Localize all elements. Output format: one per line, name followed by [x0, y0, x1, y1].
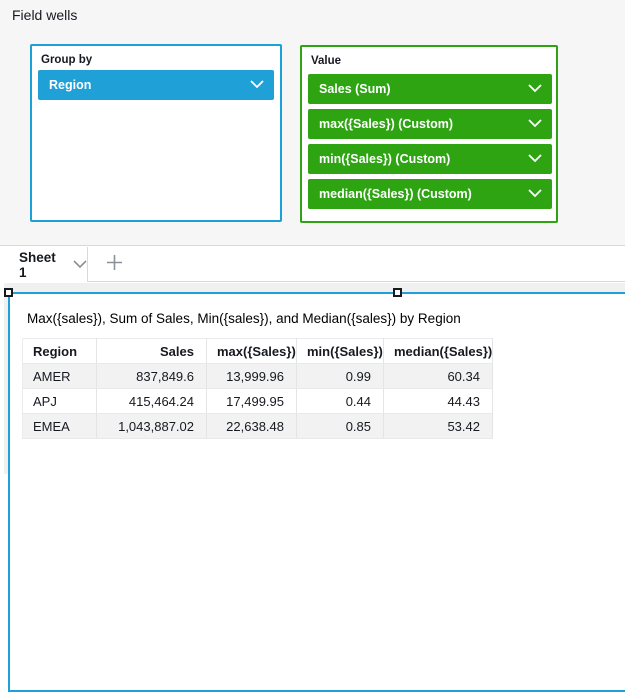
chevron-down-icon[interactable] [528, 152, 542, 166]
chevron-down-icon[interactable] [73, 256, 87, 274]
tab-sheet-1-label: Sheet 1 [19, 250, 66, 280]
selection-handle-top-center[interactable] [393, 288, 402, 297]
value-field-pill-label: Sales (Sum) [319, 82, 391, 96]
column-header-region: Region [23, 339, 97, 364]
chevron-down-icon[interactable] [528, 187, 542, 201]
group-by-label: Group by [41, 54, 92, 66]
chevron-down-icon[interactable] [528, 117, 542, 131]
field-wells-title: Field wells [12, 7, 77, 23]
value-well[interactable]: Value Sales (Sum) max({Sales}) (Custom) … [300, 45, 558, 223]
table-row: APJ 415,464.24 17,499.95 0.44 44.43 [23, 389, 493, 414]
cell-sales: 1,043,887.02 [97, 414, 207, 439]
column-header-median: median({Sales}) [384, 339, 493, 364]
cell-min: 0.99 [297, 364, 384, 389]
value-label: Value [311, 55, 341, 67]
cell-region: AMER [23, 364, 97, 389]
plus-icon [106, 254, 123, 276]
cell-median: 60.34 [384, 364, 493, 389]
selection-handle-top-left[interactable] [4, 288, 13, 297]
column-header-min: min({Sales}) [297, 339, 384, 364]
visual-title: Max({sales}), Sum of Sales, Min({sales})… [27, 311, 461, 326]
column-header-max: max({Sales}) [207, 339, 297, 364]
tab-sheet-1[interactable]: Sheet 1 [0, 247, 88, 282]
table-visual[interactable]: Max({sales}), Sum of Sales, Min({sales})… [8, 292, 625, 692]
table-row: EMEA 1,043,887.02 22,638.48 0.85 53.42 [23, 414, 493, 439]
canvas-left-gutter [0, 283, 4, 474]
chevron-down-icon[interactable] [250, 78, 264, 92]
value-field-pill-median-custom[interactable]: median({Sales}) (Custom) [308, 179, 552, 209]
table-header-row: Region Sales max({Sales}) min({Sales}) m… [23, 339, 493, 364]
column-header-sales: Sales [97, 339, 207, 364]
cell-median: 53.42 [384, 414, 493, 439]
field-wells-panel: Field wells Group by Region Value Sales … [0, 0, 625, 246]
group-by-field-pill[interactable]: Region [38, 70, 274, 100]
chevron-down-icon[interactable] [528, 82, 542, 96]
value-field-pill-label: min({Sales}) (Custom) [319, 152, 450, 166]
cell-region: EMEA [23, 414, 97, 439]
value-field-pill-sales-sum[interactable]: Sales (Sum) [308, 74, 552, 104]
cell-min: 0.85 [297, 414, 384, 439]
cell-max: 22,638.48 [207, 414, 297, 439]
data-table: Region Sales max({Sales}) min({Sales}) m… [22, 338, 493, 439]
value-field-pill-label: max({Sales}) (Custom) [319, 117, 453, 131]
value-field-pill-max-custom[interactable]: max({Sales}) (Custom) [308, 109, 552, 139]
cell-max: 13,999.96 [207, 364, 297, 389]
group-by-field-pill-label: Region [49, 78, 91, 92]
cell-max: 17,499.95 [207, 389, 297, 414]
cell-sales: 415,464.24 [97, 389, 207, 414]
cell-median: 44.43 [384, 389, 493, 414]
sheet-canvas: Max({sales}), Sum of Sales, Min({sales})… [0, 283, 625, 474]
value-field-pill-min-custom[interactable]: min({Sales}) (Custom) [308, 144, 552, 174]
table-row: AMER 837,849.6 13,999.96 0.99 60.34 [23, 364, 493, 389]
add-sheet-button[interactable] [96, 247, 132, 282]
value-field-pill-label: median({Sales}) (Custom) [319, 187, 472, 201]
group-by-well[interactable]: Group by Region [30, 44, 282, 222]
cell-sales: 837,849.6 [97, 364, 207, 389]
sheet-tab-bar: Sheet 1 [0, 247, 625, 282]
cell-min: 0.44 [297, 389, 384, 414]
cell-region: APJ [23, 389, 97, 414]
